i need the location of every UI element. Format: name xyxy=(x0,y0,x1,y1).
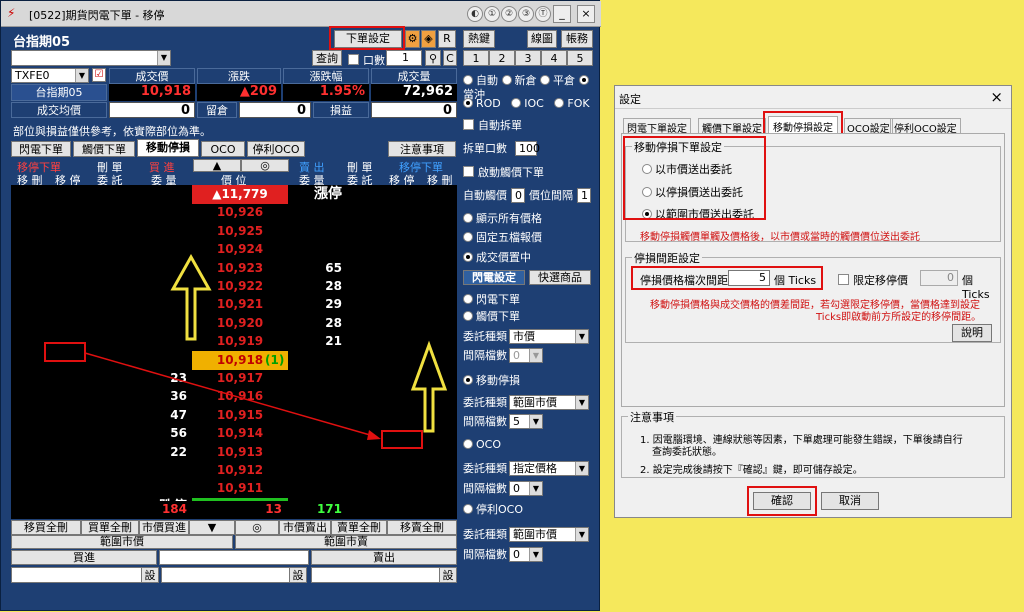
order-type-select-3[interactable]: 指定價格 ▼ xyxy=(509,461,589,476)
oco-radio[interactable]: OCO xyxy=(463,438,501,452)
highlight-box xyxy=(763,111,843,135)
type-label-2: 委託種類 xyxy=(463,396,507,409)
chase-label: 自動觸價 xyxy=(463,189,507,202)
mid-price-input[interactable] xyxy=(161,567,307,583)
gap-label-1: 間隔檔數 xyxy=(463,349,507,362)
type-label-3: 委託種類 xyxy=(463,462,507,475)
gap-select-1[interactable]: 0 ▼ xyxy=(509,348,543,363)
chevron-down-icon: ▼ xyxy=(529,349,542,362)
gap-input[interactable]: 1 xyxy=(577,188,591,203)
highlight-box xyxy=(747,486,817,516)
tif-group[interactable]: ROD IOC FOK xyxy=(463,97,590,111)
auto-chase-checkbox[interactable]: 啟動觸價下單 xyxy=(463,166,544,180)
sell-button[interactable]: 賣出 xyxy=(311,550,457,565)
target-box xyxy=(381,430,423,449)
chevron-down-icon: ▼ xyxy=(529,415,542,428)
order-type-select-1[interactable]: 市價 ▼ xyxy=(509,329,589,344)
order-type-select-2[interactable]: 範圍市價 ▼ xyxy=(509,395,589,410)
order-price-field[interactable] xyxy=(159,550,309,565)
touch-radio[interactable]: 觸價下單 xyxy=(463,310,520,324)
fixed5-radio[interactable]: 固定五檔報價 xyxy=(463,231,542,245)
dialog-title: 設定 xyxy=(619,93,641,106)
source-box xyxy=(44,342,86,362)
notice-line-1b: 查詢委託狀態。 xyxy=(652,447,722,458)
split-qty-input[interactable]: 100 xyxy=(515,141,540,156)
show-all-radio[interactable]: 顯示所有價格 xyxy=(463,212,542,226)
buy-set-button[interactable]: 設 xyxy=(141,567,159,583)
order-window: ⚡ [0522]期貨閃電下單 - 移停 ◐ ① ② ③ Ⓣ _ □ × 台指期0… xyxy=(0,0,601,611)
buy-button[interactable]: 買進 xyxy=(11,550,157,565)
settings-dialog: 設定 × 閃電下單設定 觸價下單設定 移動停損設定 OCO設定 停利OCO設定 … xyxy=(614,85,1012,518)
notice-line-2: 2. 設定完成後請按下『確認』鍵，即可儲存設定。 xyxy=(640,465,863,476)
tp-oco-radio[interactable]: 停利OCO xyxy=(463,503,523,517)
tab-flash-settings[interactable]: 閃電設定 xyxy=(463,270,525,285)
notice-group: 注意事項 1. 因電腦環境、連線狀態等因素，下單處理可能發生錯誤，下單後請自行 … xyxy=(621,409,1005,478)
highlight-box xyxy=(631,266,823,290)
gap-note-2: Ticks即啟動前方所設定的移停間距。 xyxy=(816,312,982,323)
arrow-head-icon xyxy=(367,430,381,440)
limit-input[interactable]: 0 xyxy=(920,270,958,286)
chevron-down-icon: ▼ xyxy=(575,528,588,541)
sell-price-input[interactable] xyxy=(311,567,457,583)
market-sell-button[interactable]: 市價賣出 xyxy=(279,520,331,535)
gap-label-3: 間隔檔數 xyxy=(463,482,507,495)
chevron-down-icon: ▼ xyxy=(575,462,588,475)
tab-quick-product[interactable]: 快選商品 xyxy=(529,270,591,285)
gap-label: 價位間隔 xyxy=(529,189,573,202)
chevron-down-icon: ▼ xyxy=(575,396,588,409)
group-title: 注意事項 xyxy=(628,409,676,425)
up-arrow-icon xyxy=(170,253,212,341)
cancel-button[interactable]: 取消 xyxy=(821,492,879,510)
bid-total: 184 xyxy=(161,502,187,516)
range-market-buy[interactable]: 範圍市價 xyxy=(11,535,233,549)
center-radio[interactable]: 成交價置中 xyxy=(463,251,531,265)
sell-set-button[interactable]: 設 xyxy=(439,567,457,583)
totals-row: 184 13 171 xyxy=(11,501,457,519)
buy-delete-all[interactable]: 買單全刪 xyxy=(81,520,139,535)
chevron-down-icon: ▼ xyxy=(575,330,588,343)
up-arrow-icon xyxy=(410,340,448,433)
move-stop-note: 移動停損觸價單觸及價格後，以市價或當時的觸價價位送出委託 xyxy=(640,232,920,243)
gap-select-2[interactable]: 5 ▼ xyxy=(509,414,543,429)
pointer-arrow xyxy=(84,352,378,438)
range-market-sell[interactable]: 範圍市賣 xyxy=(235,535,457,549)
sell-delete-all[interactable]: 賣單全刪 xyxy=(331,520,387,535)
move-sell-delete-all[interactable]: 移賣全刪 xyxy=(387,520,457,535)
ask-total: 171 xyxy=(316,502,342,516)
mid-set-button[interactable]: 設 xyxy=(289,567,307,583)
order-type-select-4[interactable]: 範圍市價 ▼ xyxy=(509,527,589,542)
mid-total: 13 xyxy=(265,502,282,516)
chevron-down-icon: ▼ xyxy=(529,482,542,495)
split-qty-label: 拆單口數 xyxy=(463,142,507,155)
explain-button[interactable]: 說明 xyxy=(952,324,992,342)
move-buy-delete-all[interactable]: 移買全刪 xyxy=(11,520,81,535)
gap-select-3[interactable]: 0 ▼ xyxy=(509,481,543,496)
group-title: 停損間距設定 xyxy=(632,250,702,266)
market-buy-button[interactable]: 市價買進 xyxy=(139,520,189,535)
highlight-box xyxy=(623,136,766,220)
auto-split-checkbox[interactable]: 自動拆單 xyxy=(463,119,522,133)
divider xyxy=(615,108,1011,109)
gap-select-4[interactable]: 0 ▼ xyxy=(509,547,543,562)
chevron-down-icon: ▼ xyxy=(529,548,542,561)
gap-label-4: 間隔檔數 xyxy=(463,548,507,561)
move-stop-radio[interactable]: 移動停損 xyxy=(463,374,520,388)
flash-radio[interactable]: 閃電下單 xyxy=(463,293,520,307)
scroll-down-button[interactable]: ▼ xyxy=(189,520,235,535)
chase-input[interactable]: 0 xyxy=(511,188,525,203)
type-label-1: 委託種類 xyxy=(463,330,507,343)
close-icon[interactable]: × xyxy=(990,88,1003,106)
center-bottom-button[interactable]: ◎ xyxy=(235,520,279,535)
buy-price-input[interactable] xyxy=(11,567,157,583)
type-label-4: 委託種類 xyxy=(463,528,507,541)
gap-label-2: 間隔檔數 xyxy=(463,415,507,428)
limit-checkbox[interactable]: 限定移停價 xyxy=(838,272,908,288)
